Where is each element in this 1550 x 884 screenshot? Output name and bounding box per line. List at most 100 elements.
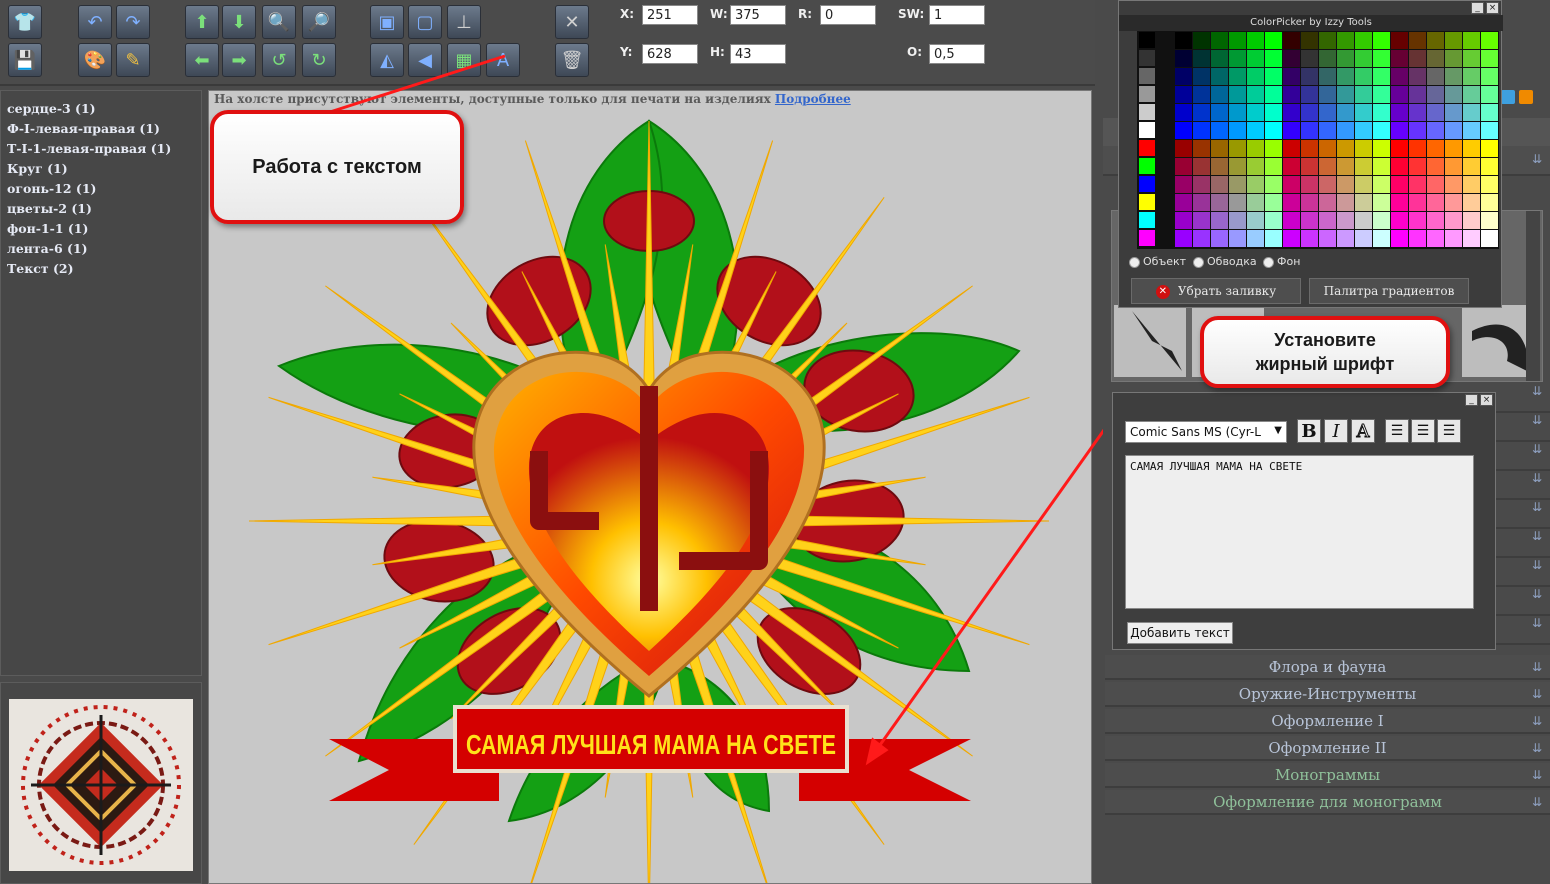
color-swatch[interactable] [1247, 50, 1264, 67]
color-swatch[interactable] [1373, 68, 1390, 85]
save-icon[interactable]: 💾 [8, 43, 42, 77]
color-swatch[interactable] [1139, 122, 1155, 138]
send-back-icon[interactable]: ▢ [408, 5, 442, 39]
color-swatch[interactable] [1355, 140, 1372, 157]
bold-button[interactable]: B [1297, 419, 1321, 443]
color-swatch[interactable] [1355, 68, 1372, 85]
color-swatch[interactable] [1337, 158, 1354, 175]
color-swatch[interactable] [1463, 230, 1480, 247]
color-swatch[interactable] [1301, 140, 1318, 157]
color-swatch[interactable] [1175, 50, 1192, 67]
color-swatch[interactable] [1427, 176, 1444, 193]
close-icon[interactable]: × [1486, 2, 1499, 14]
color-swatch[interactable] [1139, 212, 1155, 228]
color-swatch[interactable] [1175, 86, 1192, 103]
color-swatch[interactable] [1427, 104, 1444, 121]
color-swatch[interactable] [1391, 140, 1408, 157]
color-swatch[interactable] [1211, 176, 1228, 193]
color-swatch[interactable] [1283, 212, 1300, 229]
color-swatch[interactable] [1337, 68, 1354, 85]
color-swatch[interactable] [1193, 230, 1210, 247]
color-swatch[interactable] [1301, 68, 1318, 85]
color-swatch[interactable] [1301, 32, 1318, 49]
color-swatch[interactable] [1409, 50, 1426, 67]
radio-dot[interactable] [1193, 256, 1204, 268]
chevron-down-icon[interactable]: ⇊ [1532, 152, 1542, 166]
color-swatch[interactable] [1139, 140, 1155, 156]
text-tool-icon[interactable]: A [486, 43, 520, 77]
color-swatch[interactable] [1337, 50, 1354, 67]
color-swatch[interactable] [1319, 86, 1336, 103]
color-swatch[interactable] [1373, 176, 1390, 193]
color-swatch[interactable] [1391, 194, 1408, 211]
color-swatch[interactable] [1445, 86, 1462, 103]
color-swatch[interactable] [1247, 212, 1264, 229]
color-swatch[interactable] [1391, 158, 1408, 175]
h-input[interactable]: 43 [730, 44, 786, 64]
outline-button[interactable]: A [1351, 419, 1375, 443]
color-swatch[interactable] [1319, 194, 1336, 211]
color-swatch[interactable] [1175, 32, 1192, 49]
color-swatch[interactable] [1211, 230, 1228, 247]
color-swatch[interactable] [1265, 104, 1282, 121]
color-swatch[interactable] [1373, 158, 1390, 175]
color-swatch[interactable] [1427, 194, 1444, 211]
color-swatch[interactable] [1445, 176, 1462, 193]
color-swatch[interactable] [1229, 122, 1246, 139]
category-monogram-design[interactable]: Оформление для монограмм ⇊ [1105, 790, 1550, 815]
color-swatch[interactable] [1373, 140, 1390, 157]
r-input[interactable]: 0 [820, 5, 876, 25]
color-swatch[interactable] [1301, 50, 1318, 67]
redo-icon[interactable]: ↷ [116, 5, 150, 39]
color-swatch[interactable] [1427, 140, 1444, 157]
color-swatch[interactable] [1391, 50, 1408, 67]
color-swatch[interactable] [1193, 212, 1210, 229]
tshirt-icon[interactable]: 👕 [8, 5, 42, 39]
color-swatch[interactable] [1283, 68, 1300, 85]
color-swatch[interactable] [1319, 212, 1336, 229]
color-swatch[interactable] [1391, 104, 1408, 121]
move-down-icon[interactable]: ⬇ [222, 5, 256, 39]
color-swatch[interactable] [1409, 122, 1426, 139]
color-swatch[interactable] [1319, 158, 1336, 175]
radio-dot[interactable] [1129, 256, 1140, 268]
color-swatch[interactable] [1409, 68, 1426, 85]
layer-item[interactable]: Т-I-1-левая-правая (1) [7, 139, 195, 159]
color-swatch[interactable] [1409, 230, 1426, 247]
color-swatch[interactable] [1463, 86, 1480, 103]
color-swatch[interactable] [1337, 194, 1354, 211]
color-swatch[interactable] [1463, 140, 1480, 157]
color-swatch[interactable] [1463, 158, 1480, 175]
color-swatch[interactable] [1229, 68, 1246, 85]
color-swatch[interactable] [1481, 68, 1498, 85]
color-swatch[interactable] [1445, 230, 1462, 247]
color-swatch[interactable] [1463, 32, 1480, 49]
color-swatch[interactable] [1481, 194, 1498, 211]
color-swatch[interactable] [1139, 158, 1155, 174]
color-swatch[interactable] [1373, 230, 1390, 247]
align-right-button[interactable]: ☰ [1437, 419, 1461, 443]
color-swatch[interactable] [1193, 86, 1210, 103]
color-swatch[interactable] [1247, 122, 1264, 139]
color-swatch[interactable] [1337, 176, 1354, 193]
color-swatches[interactable] [1137, 31, 1499, 249]
banner-text[interactable]: САМАЯ ЛУЧШАЯ МАМА НА СВЕТЕ [466, 729, 836, 760]
color-swatch[interactable] [1463, 176, 1480, 193]
color-swatch[interactable] [1319, 68, 1336, 85]
radio-object[interactable]: Объект [1129, 255, 1186, 268]
color-swatch[interactable] [1445, 194, 1462, 211]
color-swatch[interactable] [1265, 158, 1282, 175]
color-swatch[interactable] [1409, 104, 1426, 121]
color-swatch[interactable] [1211, 122, 1228, 139]
color-swatch[interactable] [1193, 140, 1210, 157]
layer-item[interactable]: Текст (2) [7, 259, 195, 279]
color-swatch[interactable] [1139, 32, 1155, 48]
color-swatch[interactable] [1301, 158, 1318, 175]
color-swatch[interactable] [1175, 194, 1192, 211]
color-swatch[interactable] [1355, 104, 1372, 121]
color-swatch[interactable] [1373, 104, 1390, 121]
align-left-button[interactable]: ☰ [1385, 419, 1409, 443]
color-swatch[interactable] [1463, 104, 1480, 121]
move-right-icon[interactable]: ➡ [222, 43, 256, 77]
color-swatch[interactable] [1265, 68, 1282, 85]
